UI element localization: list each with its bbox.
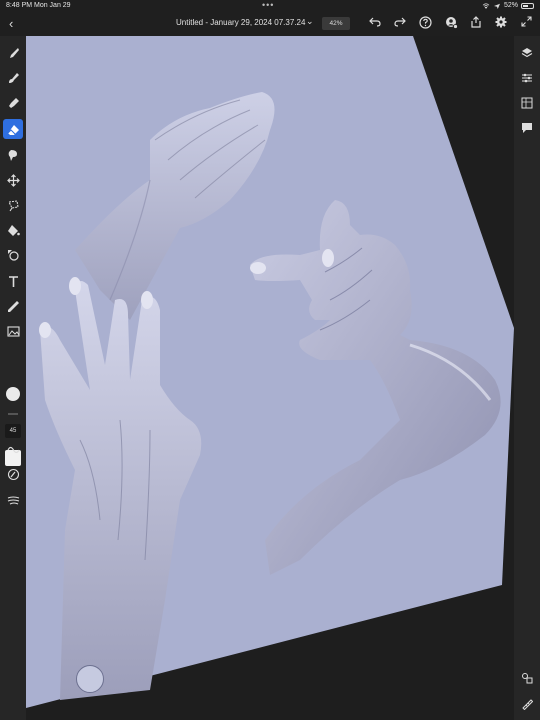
grid-icon <box>521 97 533 109</box>
tool-lasso[interactable] <box>3 195 23 215</box>
toolbar-divider <box>8 413 18 415</box>
comments-button[interactable] <box>519 120 535 136</box>
adjustments-button[interactable] <box>519 95 535 111</box>
title-dropdown-chevron-icon[interactable]: ⌄ <box>306 16 314 27</box>
touch-shortcut-button[interactable] <box>519 670 535 686</box>
right-toolbar <box>514 36 540 720</box>
brush-settings-icon <box>7 468 19 480</box>
sliders-icon <box>522 73 532 83</box>
tool-eraser[interactable] <box>3 119 23 139</box>
comment-icon <box>522 123 532 133</box>
tool-shape[interactable] <box>3 245 23 265</box>
paint-bucket-icon <box>7 224 20 236</box>
liquify-icon <box>8 149 17 161</box>
eyedropper-icon <box>7 300 19 312</box>
status-bar: 8:48 PM Mon Jan 29 ••• 52% <box>0 0 540 12</box>
tool-brush-settings[interactable] <box>3 464 23 484</box>
status-date: Mon Jan 29 <box>34 2 71 9</box>
text-icon <box>8 275 18 287</box>
tool-stroke-smoothing[interactable] <box>3 439 23 459</box>
zoom-level[interactable]: 42% <box>322 17 350 30</box>
tool-liquify[interactable] <box>3 145 23 165</box>
image-icon <box>6 325 20 337</box>
tool-eyedropper[interactable] <box>3 296 23 316</box>
shape-icon <box>7 249 19 261</box>
tool-fill[interactable] <box>3 220 23 240</box>
layers-icon <box>521 48 533 58</box>
left-toolbar: 45 <box>0 36 26 720</box>
wifi-icon <box>482 2 490 9</box>
ruler-button[interactable] <box>519 696 535 712</box>
back-chevron-icon[interactable]: ‹ <box>9 16 13 31</box>
status-time: 8:48 PM <box>6 2 33 9</box>
tool-smudge[interactable] <box>3 68 23 88</box>
location-icon <box>493 3 500 9</box>
multitasking-dots-icon[interactable]: ••• <box>262 0 274 10</box>
shapes-icon <box>522 673 533 684</box>
lasso-icon <box>7 199 19 211</box>
tool-pressure[interactable] <box>3 489 23 509</box>
brush-icon <box>9 47 19 58</box>
layers-button[interactable] <box>519 45 535 61</box>
move-icon <box>6 173 20 187</box>
layer-properties-button[interactable] <box>519 70 535 86</box>
color-swatch[interactable] <box>6 387 20 401</box>
settings-gear-icon[interactable] <box>493 16 509 32</box>
tool-mixer[interactable] <box>3 93 23 113</box>
fullscreen-icon[interactable] <box>518 16 534 32</box>
smudge-brush-icon <box>8 72 19 83</box>
mixer-brush-icon <box>8 97 19 108</box>
eraser-icon <box>7 124 19 135</box>
wave-icon <box>6 446 20 453</box>
export-icon[interactable] <box>468 16 484 32</box>
battery-percent: 52% <box>503 2 518 9</box>
battery-fill <box>523 4 528 7</box>
touch-modifier-button[interactable] <box>76 665 104 693</box>
artwork-canvas[interactable] <box>26 36 514 720</box>
battery-icon <box>521 2 534 9</box>
share-user-icon[interactable] <box>443 16 459 32</box>
tool-move[interactable] <box>3 170 23 190</box>
document-title[interactable]: Untitled - January 29, 2024 07.37.24 <box>176 18 305 27</box>
brush-size-value[interactable]: 45 <box>5 424 21 438</box>
ruler-icon <box>522 699 533 710</box>
canvas-area[interactable] <box>26 36 514 720</box>
tool-place-image[interactable] <box>3 321 23 341</box>
redo-icon[interactable] <box>392 16 408 32</box>
status-right: 52% <box>482 2 534 9</box>
undo-icon[interactable] <box>367 16 383 32</box>
tool-text[interactable] <box>3 271 23 291</box>
pressure-curve-icon <box>7 496 19 504</box>
help-icon[interactable] <box>417 16 433 32</box>
top-bar: ‹ Untitled - January 29, 2024 07.37.24 ⌄… <box>0 12 540 36</box>
tool-brush[interactable] <box>3 43 23 63</box>
